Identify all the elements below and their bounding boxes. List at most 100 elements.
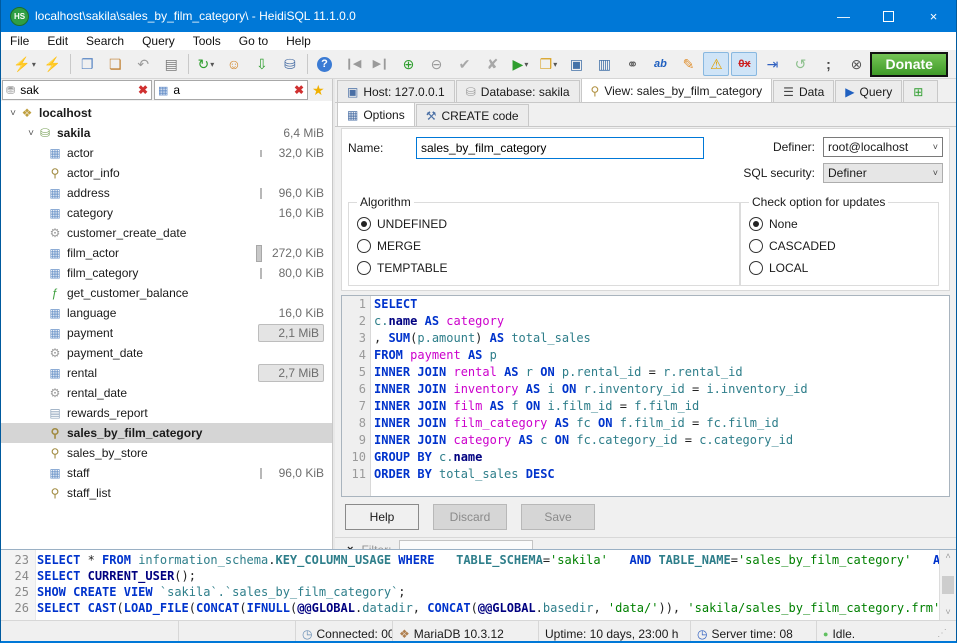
radio-cascaded[interactable]: CASCADED: [749, 235, 930, 257]
filter-input[interactable]: [399, 540, 533, 550]
insert-row-button[interactable]: ⊕: [395, 52, 421, 76]
expander-icon[interactable]: ˅: [25, 128, 37, 139]
tree-item-film-actor[interactable]: ▦ film_actor 272,0 KiB: [1, 243, 332, 263]
scroll-down-icon[interactable]: ˅: [945, 606, 950, 620]
sql-export-button[interactable]: ⛁: [277, 52, 303, 76]
tree-item-language[interactable]: ▦ language 16,0 KiB: [1, 303, 332, 323]
tab-create-code[interactable]: ⚒CREATE code: [416, 104, 529, 126]
radio-local[interactable]: LOCAL: [749, 257, 930, 279]
load-sql-file-button[interactable]: ❒▾: [535, 52, 561, 76]
radio-temptable[interactable]: TEMPTABLE: [357, 257, 731, 279]
tree-item-staff-list[interactable]: ⚲ staff_list: [1, 483, 332, 503]
tree-item-actor[interactable]: ▦ actor 32,0 KiB: [1, 143, 332, 163]
tab-view[interactable]: ⚲View: sales_by_film_category: [581, 79, 773, 102]
expander-icon[interactable]: ˅: [7, 108, 19, 119]
log-scrollbar[interactable]: ˄ ˅: [939, 550, 956, 620]
user-manager-button[interactable]: ☺: [221, 52, 247, 76]
tree-item-rental-date[interactable]: ⚙ rental_date: [1, 383, 332, 403]
menu-tools[interactable]: Tools: [184, 33, 230, 49]
execute-sql-button[interactable]: ▶▾: [507, 52, 533, 76]
clear-database-filter-icon[interactable]: ✖: [138, 83, 148, 97]
tree-item-category[interactable]: ▦ category 16,0 KiB: [1, 203, 332, 223]
help-button[interactable]: ?: [311, 52, 337, 76]
scroll-thumb[interactable]: [942, 576, 954, 594]
radio-merge[interactable]: MERGE: [357, 235, 731, 257]
tree-item-payment[interactable]: ▦ payment 2,1 MiB: [1, 323, 332, 343]
chevron-down-icon: ▾: [524, 60, 528, 69]
session-manager-button[interactable]: ⚡▾: [12, 52, 38, 76]
delimiter-button[interactable]: ;: [815, 52, 841, 76]
refresh-button[interactable]: ↻▾: [193, 52, 219, 76]
export-database-button[interactable]: ⇩: [249, 52, 275, 76]
close-button[interactable]: ×: [911, 0, 956, 32]
menu-edit[interactable]: Edit: [38, 33, 77, 49]
paste-button[interactable]: ❏: [102, 52, 128, 76]
tree-item-customer-create-date[interactable]: ⚙ customer_create_date: [1, 223, 332, 243]
view-name-input[interactable]: [416, 137, 704, 159]
tab-host[interactable]: ▣Host: 127.0.0.1: [337, 80, 455, 102]
tree-item-get-customer-balance[interactable]: ƒ get_customer_balance: [1, 283, 332, 303]
tree-item-sales-by-film-category[interactable]: ⚲ sales_by_film_category: [1, 423, 332, 443]
table-filter-input[interactable]: [171, 82, 291, 98]
post-changes-button[interactable]: ✔: [451, 52, 477, 76]
beautify-sql-button[interactable]: ✎: [675, 52, 701, 76]
reformat-button[interactable]: ↺: [787, 52, 813, 76]
follow-foreign-key-button[interactable]: ⇥: [759, 52, 785, 76]
replace-text-button[interactable]: ab: [647, 52, 673, 76]
tree-item-actor-info[interactable]: ⚲ actor_info: [1, 163, 332, 183]
tab-data[interactable]: ☰Data: [773, 80, 834, 102]
tab-options[interactable]: ▦Options: [337, 102, 415, 126]
menu-goto[interactable]: Go to: [230, 33, 277, 49]
menu-help[interactable]: Help: [277, 33, 320, 49]
tree-item-staff[interactable]: ▦ staff 96,0 KiB: [1, 463, 332, 483]
menu-file[interactable]: File: [1, 33, 38, 49]
tab-database[interactable]: ⛁Database: sakila: [456, 80, 580, 102]
maximize-button[interactable]: [866, 0, 911, 32]
play-icon: ▶: [513, 57, 524, 71]
disconnect-button[interactable]: ⚡: [40, 52, 66, 76]
minimize-button[interactable]: —: [821, 0, 866, 32]
discard-button: Discard: [433, 504, 507, 530]
hex-toggle-button[interactable]: 0x: [731, 52, 757, 76]
tree-item-address[interactable]: ▦ address 96,0 KiB: [1, 183, 332, 203]
tree-item-rewards-report[interactable]: ▤ rewards_report: [1, 403, 332, 423]
stop-query-button[interactable]: ⊗: [843, 52, 869, 76]
tab-query[interactable]: ▶Query: [835, 80, 902, 102]
radio-label: LOCAL: [769, 261, 808, 275]
warnings-toggle-button[interactable]: ⚠: [703, 52, 729, 76]
radio-none[interactable]: None: [749, 213, 930, 235]
plus-icon: ⊕: [403, 57, 415, 71]
toolbar-grip[interactable]: ⋮⋮: [5, 59, 9, 70]
tree-item-film-category[interactable]: ▦ film_category 80,0 KiB: [1, 263, 332, 283]
undo-button[interactable]: ↶: [130, 52, 156, 76]
save-sql-as-button[interactable]: ▥: [591, 52, 617, 76]
tree-item-sales-by-store[interactable]: ⚲ sales_by_store: [1, 443, 332, 463]
radio-undefined[interactable]: UNDEFINED: [357, 213, 731, 235]
donate-button[interactable]: Donate: [870, 52, 948, 77]
view-select-code-editor[interactable]: 1SELECT 2c.name AS category 3, SUM(p.amo…: [341, 295, 950, 497]
copy-button[interactable]: ❐: [74, 52, 100, 76]
scroll-up-icon[interactable]: ˄: [945, 550, 950, 564]
tree-item-localhost[interactable]: ˅ ❖ localhost: [1, 103, 332, 123]
menu-query[interactable]: Query: [133, 33, 184, 49]
delete-row-button[interactable]: ⊖: [423, 52, 449, 76]
print-button[interactable]: ▤: [158, 52, 184, 76]
new-query-tab-button[interactable]: ⊞: [903, 80, 938, 102]
resize-grip-icon[interactable]: ⋰: [937, 628, 950, 639]
database-filter-input[interactable]: [18, 82, 135, 98]
last-record-button[interactable]: ▶❙: [367, 52, 393, 76]
tree-item-label: language: [67, 306, 116, 320]
cancel-editing-button[interactable]: ✘: [479, 52, 505, 76]
tree-item-rental[interactable]: ▦ rental 2,7 MiB: [1, 363, 332, 383]
favorites-filter-button[interactable]: ★: [312, 82, 325, 99]
definer-select[interactable]: root@localhost˅: [823, 137, 943, 157]
clear-table-filter-icon[interactable]: ✖: [294, 83, 304, 97]
find-text-button[interactable]: ⚭: [619, 52, 645, 76]
tree-item-sakila[interactable]: ˅ ⛁ sakila 6,4 MiB: [1, 123, 332, 143]
tree-item-payment-date[interactable]: ⚙ payment_date: [1, 343, 332, 363]
help-button[interactable]: Help: [345, 504, 419, 530]
first-record-button[interactable]: ❙◀: [339, 52, 365, 76]
save-sql-button[interactable]: ▣: [563, 52, 589, 76]
sql-security-select[interactable]: Definer˅: [823, 163, 943, 183]
menu-search[interactable]: Search: [77, 33, 133, 49]
